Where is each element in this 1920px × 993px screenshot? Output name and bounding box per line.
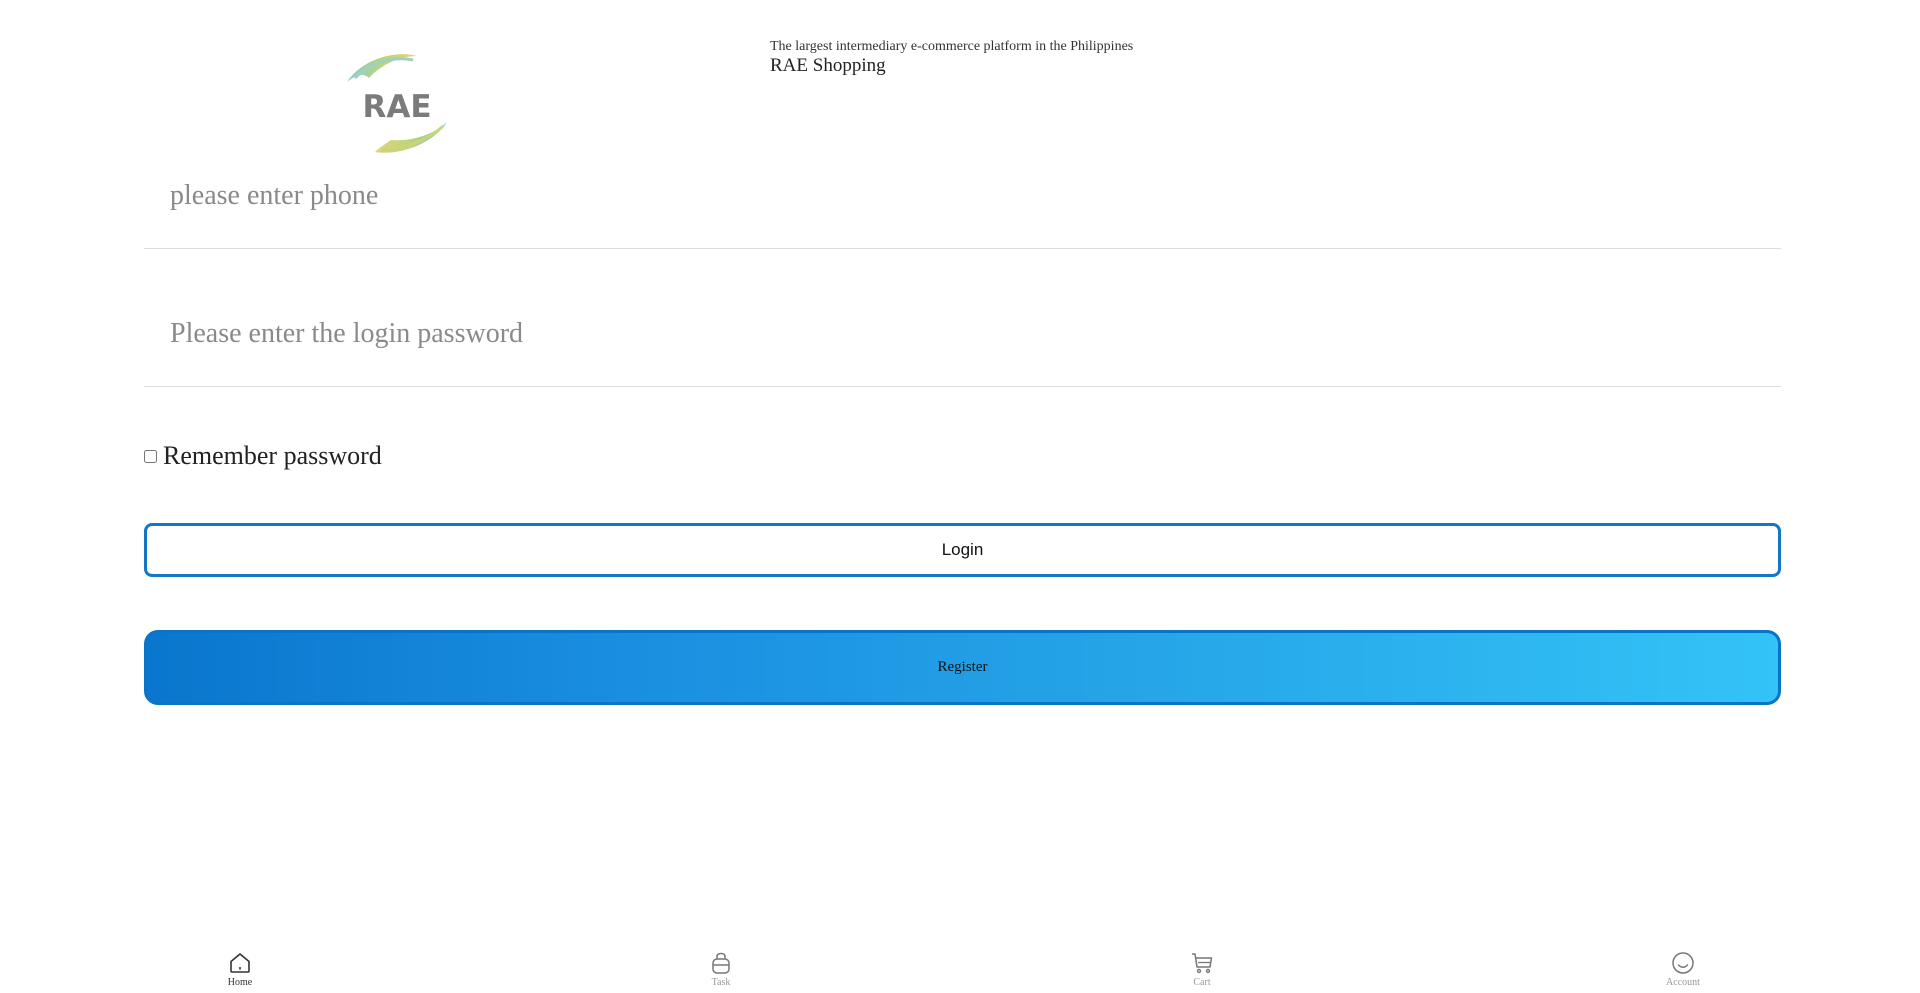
nav-item-account[interactable]: Account [1623, 950, 1743, 988]
register-button[interactable]: Register [144, 630, 1781, 705]
tagline: The largest intermediary e-commerce plat… [770, 39, 1134, 54]
login-button[interactable]: Login [144, 523, 1781, 577]
rae-logo: RAE [345, 52, 449, 156]
remember-password[interactable]: Remember password [144, 438, 382, 474]
nav-label-task: Task [711, 977, 731, 988]
bag-icon [708, 950, 734, 976]
nav-label-account: Account [1666, 977, 1700, 988]
password-input[interactable] [144, 304, 1781, 364]
password-field-container [144, 304, 1781, 387]
bottom-nav: Home Task Cart Account [0, 950, 1920, 993]
phone-input[interactable] [144, 166, 1781, 226]
cart-icon [1189, 950, 1215, 976]
smiley-icon [1670, 950, 1696, 976]
nav-item-cart[interactable]: Cart [1142, 950, 1262, 988]
nav-label-home: Home [227, 977, 253, 988]
phone-field-container [144, 166, 1781, 249]
remember-label: Remember password [163, 441, 382, 470]
logo-text: RAE [362, 89, 431, 125]
login-page: RAE The largest intermediary e-commerce … [0, 0, 1920, 993]
nav-label-cart: Cart [1193, 977, 1211, 988]
home-icon [227, 950, 253, 976]
brand-name: RAE Shopping [770, 55, 886, 76]
nav-item-home[interactable]: Home [180, 950, 300, 988]
remember-checkbox[interactable] [144, 449, 157, 463]
nav-item-task[interactable]: Task [661, 950, 781, 988]
